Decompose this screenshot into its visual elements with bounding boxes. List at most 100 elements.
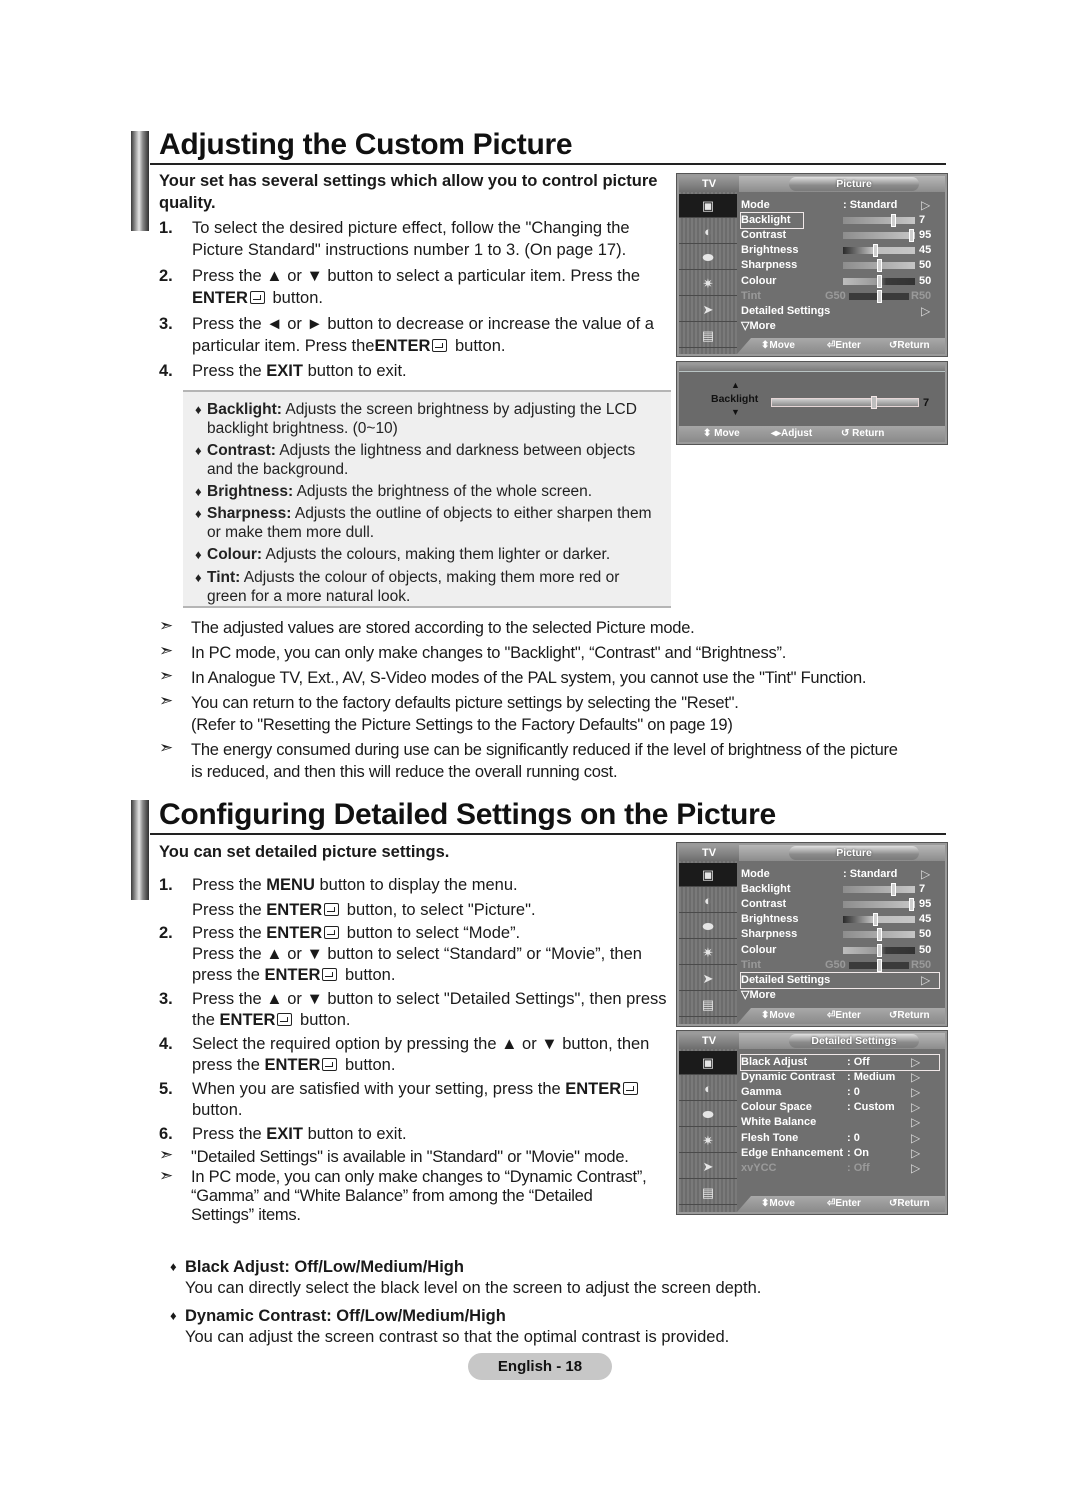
section-bar	[131, 800, 149, 900]
slider-knob[interactable]	[909, 898, 915, 912]
channel-icon[interactable]: ⬬	[679, 246, 737, 270]
osd-header: TV Detailed Settings	[679, 1033, 945, 1049]
chevron-right-icon: ▷	[921, 867, 931, 881]
footer-move: ⬍ Move	[761, 1198, 795, 1209]
arrow-note-icon: ➣	[159, 738, 173, 757]
enter-icon	[623, 1082, 639, 1095]
menu-item-sharpness[interactable]: Sharpness 50	[741, 258, 941, 273]
slider-contrast[interactable]	[843, 229, 915, 243]
backlight-adjust-value: 7	[923, 397, 930, 409]
application-icon[interactable]: ▤	[679, 1181, 737, 1205]
setup-icon[interactable]: ✷	[679, 1129, 737, 1153]
menu-item-more[interactable]: ▽More	[741, 319, 941, 334]
slider-sharpness[interactable]	[843, 259, 915, 273]
input-icon[interactable]: ➤	[679, 1155, 737, 1179]
slider-knob[interactable]	[877, 274, 882, 288]
slider-brightness[interactable]	[843, 244, 915, 258]
chevron-right-icon: ▷	[921, 198, 931, 212]
menu-item-contrast[interactable]: Contrast 95	[741, 228, 941, 243]
diamond-bullet-icon: ♦	[195, 484, 202, 499]
slider-knob[interactable]	[873, 244, 879, 258]
channel-icon[interactable]: ⬬	[679, 1103, 737, 1127]
slider-knob[interactable]	[891, 883, 897, 897]
slider-colour[interactable]	[843, 274, 915, 288]
menu-item-fleshtone[interactable]: Flesh Tone: 0 ▷	[741, 1131, 939, 1146]
osd-tv-label: TV	[679, 845, 739, 861]
menu-item-colour[interactable]: Colour 50	[741, 943, 941, 958]
slider-brightness[interactable]	[843, 913, 915, 927]
menu-item-detailedsettings[interactable]: Detailed Settings ▷	[741, 304, 941, 319]
slider-knob[interactable]	[871, 396, 878, 409]
menu-item-mode[interactable]: Mode: Standard ▷	[741, 198, 941, 213]
menu-item-sharpness[interactable]: Sharpness 50	[741, 927, 941, 942]
menu-item-detailedsettings[interactable]: Detailed Settings ▷	[740, 971, 940, 989]
picture-icon[interactable]: ▣	[679, 863, 737, 887]
slider-contrast[interactable]	[843, 898, 915, 912]
slider-sharpness[interactable]	[843, 928, 915, 942]
footer-return: ↺ Return	[889, 1198, 930, 1209]
slider-knob[interactable]	[877, 928, 882, 942]
menu-item-mode[interactable]: Mode: Standard ▷	[741, 867, 941, 882]
diamond-bullet-icon: ♦	[195, 547, 202, 562]
osd-menu-title: Picture	[789, 177, 919, 191]
setup-icon[interactable]: ✷	[679, 941, 737, 965]
menu-item-backlight[interactable]: Backlight 7	[741, 882, 941, 897]
backlight-adjust-label: Backlight	[711, 393, 759, 405]
menu-item-dynamiccontrast[interactable]: Dynamic Contrast: Medium ▷	[741, 1070, 939, 1085]
enter-icon	[322, 1058, 338, 1071]
slider-backlight[interactable]	[843, 883, 915, 897]
osd-header: TV Picture	[679, 176, 945, 192]
step-6: 6. Press the EXIT button to exit.	[159, 1125, 407, 1143]
menu-item-colour[interactable]: Colour 50	[741, 274, 941, 289]
arrow-note-icon: ➣	[159, 1145, 173, 1164]
slider-knob[interactable]	[877, 958, 882, 972]
sound-icon[interactable]: ◐	[679, 220, 737, 244]
slider-knob[interactable]	[877, 943, 882, 957]
slider-knob[interactable]	[877, 259, 882, 273]
footer-return: ↺ Return	[889, 1010, 930, 1021]
application-icon[interactable]: ▤	[679, 324, 737, 348]
menu-item-colourspace[interactable]: Colour Space: Custom ▷	[741, 1100, 939, 1115]
footer-return: ↺ Return	[841, 428, 885, 439]
menu-item-more[interactable]: ▽More	[741, 988, 941, 1003]
step-5: 5. When you are satisfied with your sett…	[159, 1078, 669, 1122]
step-4: 4. Press the EXIT button to exit.	[159, 362, 407, 380]
chevron-right-icon: ▷	[911, 1160, 921, 1175]
backlight-adjust-slider[interactable]	[771, 396, 919, 409]
menu-item-contrast[interactable]: Contrast 95	[741, 897, 941, 912]
menu-item-gamma[interactable]: Gamma: 0 ▷	[741, 1085, 939, 1100]
slider-knob[interactable]	[877, 289, 882, 303]
input-icon[interactable]: ➤	[679, 298, 737, 322]
menu-item-whitebalance[interactable]: White Balance ▷	[741, 1115, 939, 1130]
menu-item-blackadjust[interactable]: Black Adjust: Off ▷	[740, 1054, 940, 1071]
osd-backlight-adjust: ▲ Backlight ▼ 7 ⬍ Move ◂▸Adjust ↺ Return	[676, 361, 948, 445]
sound-icon[interactable]: ◐	[679, 1077, 737, 1101]
input-icon[interactable]: ➤	[679, 967, 737, 991]
menu-item-backlight[interactable]: Backlight 7	[740, 212, 925, 230]
setup-icon[interactable]: ✷	[679, 272, 737, 296]
picture-icon[interactable]: ▣	[679, 1051, 737, 1075]
menu-item-tint[interactable]: Tint G50 R50	[741, 289, 941, 304]
osd-picture-menu-detailed-selected: TV Picture ▣ ◐ ⬬ ✷ ➤ ▤ Mode: Standard ▷ Backlight 7…	[676, 842, 948, 1027]
footer-enter: ⏎ Enter	[827, 340, 861, 351]
section-rule	[150, 163, 946, 165]
slider-knob[interactable]	[891, 214, 897, 228]
application-icon[interactable]: ▤	[679, 993, 737, 1017]
slider-knob[interactable]	[909, 229, 915, 243]
slider-colour[interactable]	[843, 943, 915, 957]
osd-category-sidebar[interactable]: ▣ ◐ ⬬ ✷ ➤ ▤	[679, 861, 737, 1024]
slider-tint[interactable]	[849, 289, 909, 303]
menu-item-xvycc[interactable]: xvYCC: Off ▷	[741, 1161, 939, 1176]
picture-icon[interactable]: ▣	[679, 194, 737, 218]
menu-item-brightness[interactable]: Brightness 45	[741, 912, 941, 927]
slider-backlight[interactable]	[843, 214, 915, 228]
menu-item-edgeenhancement[interactable]: Edge Enhancement: On ▷	[741, 1146, 939, 1161]
osd-category-sidebar[interactable]: ▣ ◐ ⬬ ✷ ➤ ▤	[679, 1049, 737, 1212]
sound-icon[interactable]: ◐	[679, 889, 737, 913]
osd-category-sidebar[interactable]: ▣ ◐ ⬬ ✷ ➤ ▤	[679, 192, 737, 354]
slider-tint[interactable]	[849, 958, 909, 972]
slider-knob[interactable]	[873, 913, 879, 927]
menu-item-tint[interactable]: Tint G50 R50	[741, 958, 941, 973]
channel-icon[interactable]: ⬬	[679, 915, 737, 939]
menu-item-brightness[interactable]: Brightness 45	[741, 243, 941, 258]
